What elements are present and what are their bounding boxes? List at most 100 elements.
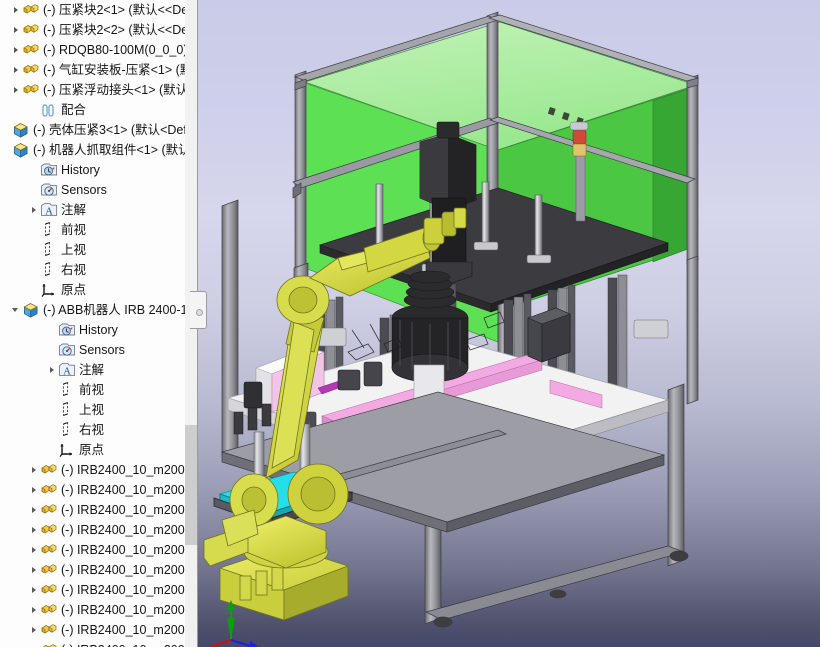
tree-item[interactable]: (-) IRB2400_10_m2000_r [0, 480, 198, 500]
chevron-right-icon[interactable] [12, 60, 22, 80]
history-icon [58, 321, 76, 339]
tree-item[interactable]: 前视 [0, 380, 197, 400]
chevron-right-icon[interactable] [30, 580, 40, 600]
tree-twisty-none [30, 260, 40, 280]
chevron-right-icon[interactable] [30, 480, 40, 500]
part-icon [40, 581, 58, 599]
tree-item-label: 注解 [61, 203, 87, 217]
chevron-right-icon[interactable] [48, 360, 58, 380]
plane-icon [40, 241, 58, 259]
panel-splitter-handle[interactable] [190, 291, 207, 329]
chevron-right-icon[interactable] [12, 20, 22, 40]
tree-item[interactable]: (-) IRB2400_10_m2000_r [0, 640, 197, 647]
tree-item[interactable]: (-) IRB2400_10_m2000_r [0, 460, 197, 480]
tree-item-label: 注解 [79, 363, 105, 377]
tree-item[interactable]: (-) 压紧块2<2> (默认<<Defa [0, 20, 198, 40]
tree-twisty-none [30, 160, 40, 180]
svg-text:A: A [45, 206, 53, 217]
tree-item-label: (-) IRB2400_10_m2000_r [61, 543, 198, 557]
annotation-icon: A [58, 361, 76, 379]
tree-twisty-none [48, 380, 58, 400]
tree-item[interactable]: (-) IRB2400_10_m2000_r [0, 600, 197, 620]
coordinate-triad [430, 589, 490, 645]
tree-item[interactable]: A 注解 [0, 200, 197, 220]
part-icon [40, 541, 58, 559]
assembly-icon [12, 121, 30, 139]
tree-item-label: (-) IRB2400_10_m2000_r [61, 483, 198, 497]
chevron-right-icon[interactable] [12, 0, 22, 20]
tree-item[interactable]: (-) 气缸安装板-压紧<1> (默认 [0, 60, 197, 80]
origin-icon [58, 441, 76, 459]
tree-item-label: 上视 [79, 403, 105, 417]
part-icon [22, 1, 40, 19]
chevron-right-icon[interactable] [30, 540, 40, 560]
chevron-right-icon[interactable] [30, 560, 40, 580]
feature-manager-tree-panel[interactable]: (-) 压紧块2<1> (默认<<Defa (-) 压紧块2<2> (默认<<De… [0, 0, 198, 647]
plane-icon [58, 401, 76, 419]
chevron-right-icon[interactable] [30, 620, 40, 640]
tree-item-label: (-) 压紧块2<1> (默认<<Defa [43, 3, 198, 17]
tree-item[interactable]: (-) 壳体压紧3<1> (默认<Default_I [0, 120, 197, 140]
tree-item[interactable]: (-) 压紧块2<1> (默认<<Defa [0, 0, 198, 20]
tree-item[interactable]: (-) IRB2400_10_m2000_r [0, 500, 197, 520]
part-icon [22, 81, 40, 99]
part-icon [40, 521, 58, 539]
part-icon [22, 21, 40, 39]
tree-item-label: (-) IRB2400_10_m2000_r [61, 583, 198, 597]
part-icon [22, 61, 40, 79]
tree-item[interactable]: (-) IRB2400_10_m2000_r [0, 540, 198, 560]
tree-item[interactable]: 右视 [0, 260, 197, 280]
tree-item[interactable]: (-) IRB2400_10_m2000_r [0, 560, 197, 580]
chevron-right-icon[interactable] [30, 600, 40, 620]
tree-item[interactable]: (-) IRB2400_10_m2000_r [0, 520, 197, 540]
tree-item-label: 配合 [61, 103, 87, 117]
tree-item[interactable]: 上视 [0, 400, 197, 420]
tree-twisty-none [48, 400, 58, 420]
chevron-right-icon[interactable] [30, 520, 40, 540]
tree-item[interactable]: (-) RDQB80-100M(0_0_0)<1: [0, 40, 198, 60]
chevron-right-icon[interactable] [30, 640, 40, 647]
tree-item[interactable]: 上视 [0, 240, 197, 260]
tree-item-label: (-) RDQB80-100M(0_0_0)<1: [43, 43, 198, 57]
plane-icon [58, 421, 76, 439]
sensors-icon [40, 181, 58, 199]
tree-twisty-none [48, 440, 58, 460]
tree-twisty-none [30, 220, 40, 240]
tree-item-label: 原点 [61, 283, 87, 297]
tree-item[interactable]: (-) 机器人抓取组件<1> (默认<Def [0, 140, 197, 160]
chevron-right-icon[interactable] [12, 40, 22, 60]
tree-twisty-none [2, 140, 12, 160]
3d-graphics-area[interactable] [198, 0, 820, 647]
chevron-right-icon[interactable] [30, 500, 40, 520]
tree-item-label: (-) 机器人抓取组件<1> (默认<Def [33, 143, 197, 157]
tree-item[interactable]: (-) ABB机器人 IRB 2400-10-1 [0, 300, 198, 320]
chevron-right-icon[interactable] [30, 460, 40, 480]
tree-item[interactable]: 原点 [0, 440, 197, 460]
tree-item-label: (-) ABB机器人 IRB 2400-10-1 [43, 303, 198, 317]
part-icon [40, 601, 58, 619]
tree-item[interactable]: 原点 [0, 280, 197, 300]
tree-item[interactable]: A 注解 [0, 360, 197, 380]
tree-item-label: (-) 壳体压紧3<1> (默认<Default_I [33, 123, 197, 137]
tree-scroll-content: (-) 压紧块2<1> (默认<<Defa (-) 压紧块2<2> (默认<<De… [0, 0, 198, 647]
tree-item[interactable]: Sensors [0, 180, 197, 200]
tree-item[interactable]: 右视 [0, 420, 197, 440]
tree-item[interactable]: Sensors [0, 340, 197, 360]
annotation-icon: A [40, 201, 58, 219]
tree-item-label: 原点 [79, 443, 105, 457]
tree-item-label: (-) 压紧块2<2> (默认<<Defa [43, 23, 198, 37]
tree-scrollbar-thumb[interactable] [185, 425, 197, 545]
tree-item[interactable]: History [0, 160, 197, 180]
chevron-right-icon[interactable] [30, 200, 40, 220]
chevron-right-icon[interactable] [12, 80, 22, 100]
tree-item[interactable]: (-) IRB2400_10_m2000_r [0, 620, 197, 640]
chevron-down-icon[interactable] [12, 300, 22, 320]
tree-item[interactable]: History [0, 320, 197, 340]
tree-item[interactable]: 前视 [0, 220, 197, 240]
tree-item[interactable]: (-) IRB2400_10_m2000_r [0, 580, 198, 600]
right-side-control-box [527, 307, 571, 363]
tree-item[interactable]: (-) 压紧浮动接头<1> (默认<< [0, 80, 197, 100]
tree-item-label: (-) IRB2400_10_m2000_r [61, 640, 197, 647]
part-icon [40, 461, 58, 479]
tree-item[interactable]: 配合 [0, 100, 197, 120]
